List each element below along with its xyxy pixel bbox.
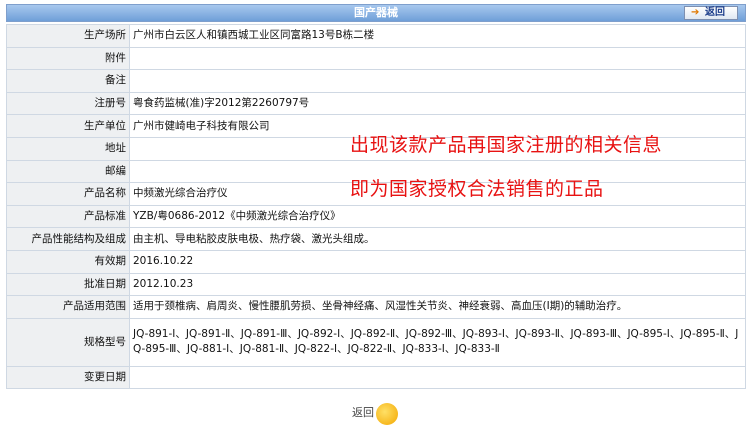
row-label: 产品标准 bbox=[6, 204, 130, 229]
back-button-label: 返回 bbox=[705, 7, 725, 18]
row-label: 生产单位 bbox=[6, 114, 130, 138]
row-label: 备注 bbox=[6, 69, 130, 93]
panel-header: 国产器械 ➔ 返回 bbox=[6, 4, 746, 22]
bottom-back-button[interactable]: 返回 bbox=[352, 403, 402, 425]
table-row: 生产场所 广州市白云区人和镇西城工业区同富路13号B栋二楼 bbox=[6, 24, 746, 48]
table-row: 注册号 粤食药监械(准)字2012第2260797号 bbox=[6, 91, 746, 116]
row-value: 广州市白云区人和镇西城工业区同富路13号B栋二楼 bbox=[129, 24, 746, 48]
row-value: 粤食药监械(准)字2012第2260797号 bbox=[129, 91, 746, 116]
bottom-back-label: 返回 bbox=[352, 406, 374, 419]
row-value bbox=[129, 46, 746, 71]
arrow-right-icon: ➔ bbox=[691, 7, 700, 18]
row-label: 地址 bbox=[6, 136, 130, 161]
row-value: 适用于颈椎病、肩周炎、慢性腰肌劳损、坐骨神经痛、风湿性关节炎、神经衰弱、高血压(… bbox=[129, 295, 746, 319]
table-row: 产品标准 YZB/粤0686-2012《中频激光综合治疗仪》 bbox=[6, 204, 746, 229]
row-value: YZB/粤0686-2012《中频激光综合治疗仪》 bbox=[129, 204, 746, 229]
table-row: 规格型号 JQ-891-Ⅰ、JQ-891-Ⅱ、JQ-891-Ⅲ、JQ-892-Ⅰ、… bbox=[6, 317, 746, 367]
table-row: 备注 bbox=[6, 69, 746, 93]
row-label: 有效期 bbox=[6, 249, 130, 274]
device-info-table: 生产场所 广州市白云区人和镇西城工业区同富路13号B栋二楼 附件 备注 注册号 粤食药监械… bbox=[6, 24, 746, 390]
table-row: 产品适用范围 适用于颈椎病、肩周炎、慢性腰肌劳损、坐骨神经痛、风湿性关节炎、神经衰… bbox=[6, 295, 746, 319]
row-label: 批准日期 bbox=[6, 272, 130, 297]
row-value: 由主机、导电粘胶皮肤电极、热疗袋、激光头组成。 bbox=[129, 227, 746, 251]
table-row: 产品性能结构及组成 由主机、导电粘胶皮肤电极、热疗袋、激光头组成。 bbox=[6, 227, 746, 251]
row-label: 产品性能结构及组成 bbox=[6, 227, 130, 251]
annotation-line-2: 即为国家授权合法销售的正品 bbox=[350, 178, 604, 200]
annotation-line-1: 出现该款产品再国家注册的相关信息 bbox=[350, 134, 663, 156]
back-circle-icon bbox=[376, 403, 398, 425]
row-value bbox=[129, 69, 746, 93]
table-row: 变更日期 bbox=[6, 365, 746, 390]
row-label: 注册号 bbox=[6, 91, 130, 116]
row-label: 产品名称 bbox=[6, 182, 130, 206]
record-panel: 国产器械 ➔ 返回 生产场所 广州市白云区人和镇西城工业区同富路13号B栋二楼 附件… bbox=[6, 0, 746, 425]
row-label: 规格型号 bbox=[6, 317, 130, 367]
row-value: JQ-891-Ⅰ、JQ-891-Ⅱ、JQ-891-Ⅲ、JQ-892-Ⅰ、JQ-8… bbox=[129, 317, 746, 367]
table-row: 有效期 2016.10.22 bbox=[6, 249, 746, 274]
row-label: 产品适用范围 bbox=[6, 295, 130, 319]
table-row: 批准日期 2012.10.23 bbox=[6, 272, 746, 297]
table-row: 附件 bbox=[6, 46, 746, 71]
row-label: 附件 bbox=[6, 46, 130, 71]
panel-title: 国产器械 bbox=[354, 6, 398, 19]
row-label: 邮编 bbox=[6, 159, 130, 184]
row-value: 2016.10.22 bbox=[129, 249, 746, 274]
back-button[interactable]: ➔ 返回 bbox=[684, 6, 738, 20]
row-value bbox=[129, 365, 746, 390]
row-label: 变更日期 bbox=[6, 365, 130, 390]
row-label: 生产场所 bbox=[6, 24, 130, 48]
row-value: 2012.10.23 bbox=[129, 272, 746, 297]
